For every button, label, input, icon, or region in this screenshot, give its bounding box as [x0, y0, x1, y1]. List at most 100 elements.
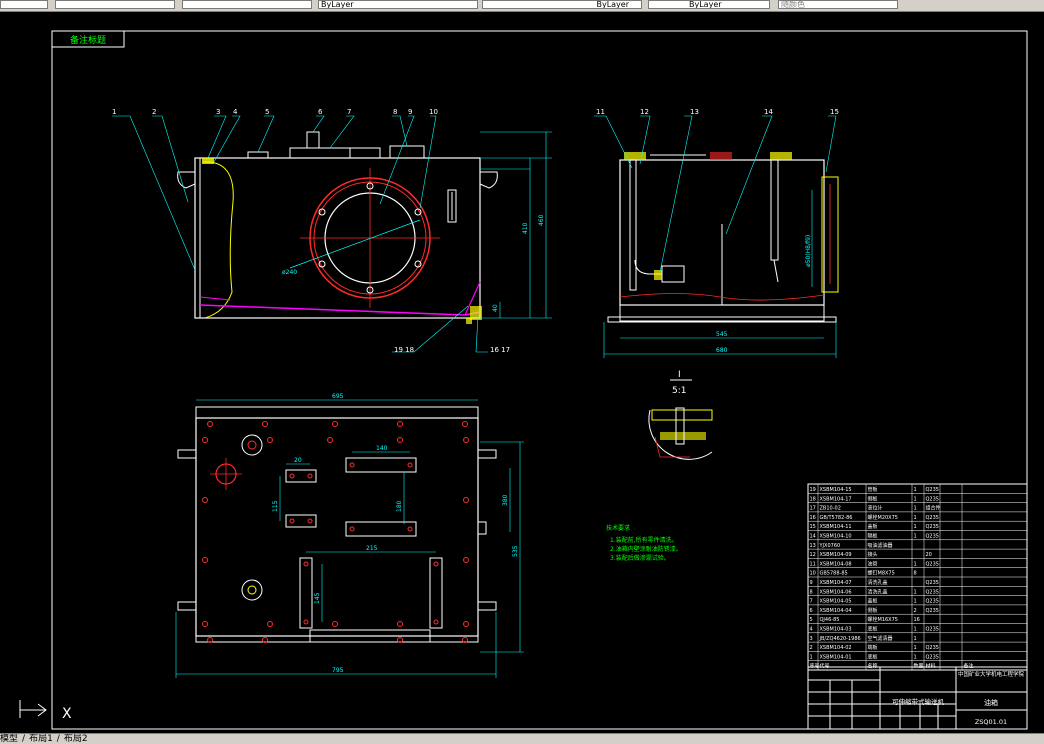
bom-cell: 底板: [868, 626, 878, 633]
bom-cell: 16: [914, 617, 920, 623]
bom-header-cell: 名称: [868, 663, 878, 670]
bom-cell: XSBM104-07: [820, 580, 852, 586]
balloon-12: 12: [640, 108, 649, 116]
bom-cell: XSBM104-04: [820, 608, 852, 614]
layer-combo[interactable]: [0, 0, 48, 9]
bom-cell: 1: [914, 487, 917, 493]
bom-cell: 4: [810, 627, 813, 633]
svg-text:5:1: 5:1: [672, 386, 686, 396]
bom-cell: 8: [810, 589, 813, 595]
svg-text:460: 460: [538, 214, 545, 226]
balloon-3: 3: [216, 108, 220, 116]
svg-text:中国矿业大学机电工程学院: 中国矿业大学机电工程学院: [958, 670, 1025, 678]
bom-cell: 盖板: [868, 598, 878, 605]
technical-notes: 技术要求 1.装配前,所有零件清洗。 2.油箱内壁涂耐油防锈漆。 3.装配后做渗…: [606, 524, 682, 562]
svg-text:145: 145: [314, 592, 321, 604]
bom-cell: 侧板: [868, 495, 878, 502]
balloon-1: 1: [112, 108, 116, 116]
svg-text:X: X: [62, 706, 72, 722]
balloon-6: 6: [318, 108, 323, 116]
bom-cell: 1: [914, 599, 917, 605]
svg-text:ZSQ01.01: ZSQ01.01: [975, 718, 1007, 726]
bom-cell: 管板: [868, 486, 878, 493]
bom-cell: 9: [810, 580, 813, 586]
svg-text:115: 115: [272, 500, 279, 512]
bom-cell: 螺栓M16X75: [868, 616, 898, 623]
plan-view: 695 795 380 535 140 180 20 115 215 145: [175, 393, 524, 678]
lineweight-combo[interactable]: ByLayer: [648, 0, 770, 9]
bom-cell: 1: [914, 627, 917, 633]
layer-select[interactable]: [55, 0, 175, 9]
bom-cell: Q235: [926, 580, 939, 586]
bom-cell: 吸油滤油器: [868, 542, 893, 549]
svg-text:40: 40: [492, 304, 499, 312]
svg-text:535: 535: [512, 545, 519, 557]
bom-cell: JB/ZQ4620-1986: [819, 636, 861, 642]
bom-cell: Q235: [926, 487, 939, 493]
bom-cell: XSBM104-06: [820, 589, 852, 595]
svg-text:可伸缩带式输送机: 可伸缩带式输送机: [892, 697, 945, 706]
bom-header-cell: 序号: [810, 663, 820, 670]
detail-view: I 5:1: [648, 370, 713, 460]
balloon-2: 2: [152, 108, 156, 116]
linetype-combo[interactable]: ByLayer: [318, 0, 478, 9]
svg-text:410: 410: [522, 222, 529, 234]
bom-cell: 1: [914, 506, 917, 512]
bom-cell: 17: [810, 506, 816, 512]
bom-cell: XSBM104-05: [820, 599, 852, 605]
bom-cell: Q235: [926, 524, 939, 530]
bom-cell: 1: [810, 654, 813, 660]
front-view: ø240 410 460 40 1 2 3 4 5 6 7 8 9 10 19 …: [112, 108, 552, 354]
svg-text:ø240: ø240: [282, 269, 297, 276]
balloon-14: 14: [764, 108, 773, 116]
color-combo[interactable]: [182, 0, 312, 9]
bom-cell: 接头: [868, 551, 878, 558]
drawing-border: [51, 30, 1028, 730]
bom-cell: 盖板: [868, 523, 878, 530]
drawing-canvas[interactable]: 备注标题 ø240 410 460 40 1 2 3 4 5 6 7 8 9 1…: [0, 12, 1044, 733]
bom-cell: Q235: [926, 608, 939, 614]
balloon-13: 13: [690, 108, 699, 116]
cad-drawing: 备注标题 ø240 410 460 40 1 2 3 4 5 6 7 8 9 1…: [19, 30, 1028, 730]
bom-cell: 18: [810, 496, 816, 502]
bom-cell: 8: [914, 571, 917, 577]
bom-cell: GB5788-85: [820, 571, 848, 577]
svg-text:545: 545: [716, 331, 728, 338]
bom-cell: XSBM104-11: [820, 524, 852, 530]
bom-cell: XSBM104-03: [820, 627, 852, 633]
bom-cell: 2: [914, 608, 917, 614]
bom-cell: 1: [914, 636, 917, 642]
bom-cell: Q235: [926, 599, 939, 605]
layout-tabs: 模型 / 布局1/布局2: [0, 733, 1044, 744]
bom-table: 19 XSBM104-15 管板 1 Q23518 XSBM104-17 侧板 1 Q23517…: [807, 483, 1028, 671]
bom-cell: 螺钉M8X75: [868, 570, 895, 577]
svg-text:215: 215: [366, 545, 378, 552]
bom-cell: 1: [914, 534, 917, 540]
bom-cell: XSBM104-17: [820, 496, 852, 502]
svg-text:695: 695: [332, 393, 344, 400]
bom-cell: 20: [926, 552, 932, 558]
bom-cell: 14: [810, 534, 816, 540]
plotstyle-combo[interactable]: 随颜色: [778, 0, 898, 9]
bom-cell: 10: [810, 571, 816, 577]
bom-cell: 1: [914, 645, 917, 651]
bom-cell: XSBM104-02: [820, 645, 852, 651]
bom-cell: XSBM104-09: [820, 552, 852, 558]
bom-cell: 侧板: [868, 607, 878, 614]
bom-cell: 底板: [868, 653, 878, 660]
bom-cell: YJX0760: [819, 543, 841, 549]
balloon-8: 8: [393, 108, 397, 116]
svg-text:140: 140: [376, 445, 388, 452]
bom-header-cell: 代号: [820, 663, 830, 670]
balloon-11: 11: [596, 108, 605, 116]
bom-cell: XSBM104-01: [820, 654, 852, 660]
bom-cell: 隔板: [868, 533, 878, 540]
color-style-combo[interactable]: ByLayer: [482, 0, 642, 9]
bom-cell: 组合件: [926, 505, 941, 512]
bom-cell: 清洗孔盖: [868, 588, 888, 595]
svg-text:I: I: [678, 370, 681, 380]
bom-cell: 清洗孔盖: [868, 579, 888, 586]
bom-cell: Q235: [926, 496, 939, 502]
bom-cell: 12: [810, 552, 816, 558]
bom-cell: Q235: [926, 534, 939, 540]
